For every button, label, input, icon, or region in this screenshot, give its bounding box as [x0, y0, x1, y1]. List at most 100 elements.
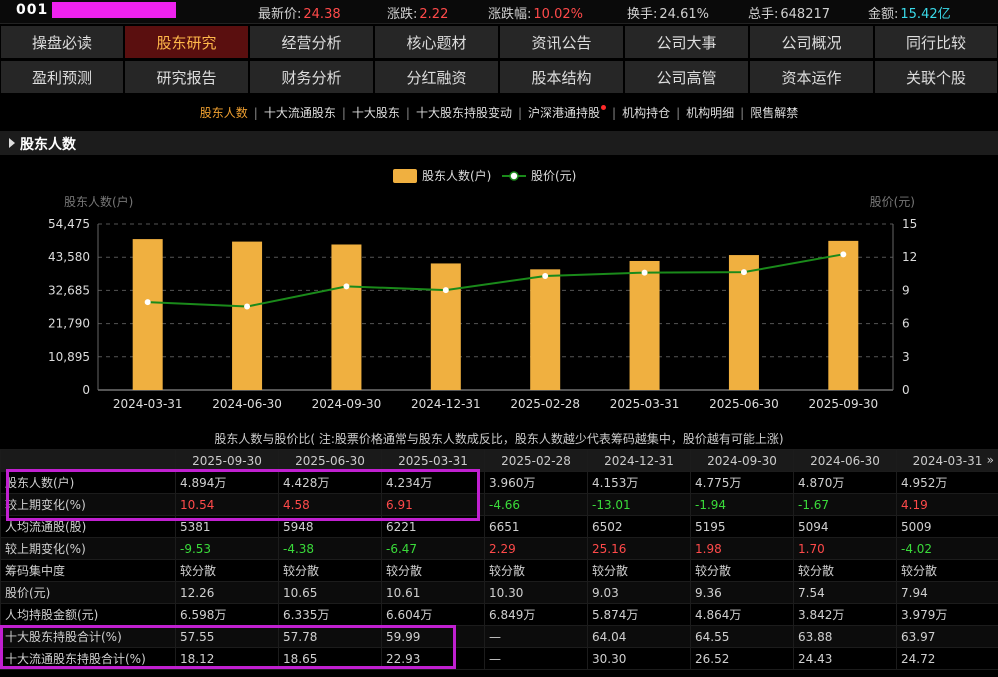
table-cell: 6.849万 [484, 603, 588, 626]
table-cell: 4.234万 [381, 471, 485, 494]
sub-tab[interactable]: 十大股东持股变动 [412, 106, 516, 120]
table-cell: -1.67 [793, 493, 897, 516]
table-cell: 18.65 [278, 647, 382, 670]
table-cell: -4.66 [484, 493, 588, 516]
sub-tab[interactable]: 限售解禁 [746, 106, 802, 120]
sub-tab[interactable]: 十大流通股东 [260, 106, 340, 120]
table-row: 股东人数(户) 4.894万 4.428万 4.234万 3.960万 4.153万 4.7… [0, 471, 998, 494]
table-cell: 64.55 [690, 625, 794, 648]
function-nav: 操盘必读 股东研究 经营分析 核心题材 资讯公告 公司大事 公司概况 同行比较 盈利预测 研究报… [0, 25, 998, 95]
table-cell: 6.604万 [381, 603, 485, 626]
y-tick-right: 6 [902, 317, 910, 331]
row-label: 人均流通股(股) [0, 515, 176, 538]
sub-tab[interactable]: 沪深港通持股 [524, 105, 610, 120]
table-cell: 5.874万 [587, 603, 691, 626]
nav-button[interactable]: 核心题材 [374, 25, 499, 59]
column-header: 2024-09-30 [690, 449, 794, 472]
nav-button[interactable]: 研究报告 [124, 60, 249, 94]
row-label: 较上期变化(%) [0, 537, 176, 560]
y-tick-right: 3 [902, 350, 910, 364]
chart-bar [232, 241, 263, 390]
table-cell: 4.952万 [896, 471, 998, 494]
tab-separator: | [676, 106, 681, 120]
table-row: 十大流通股东持股合计(%) 18.12 18.65 22.93—30.30 26.52 2… [0, 647, 998, 670]
tab-separator: | [341, 106, 346, 120]
table-cell: 较分散 [381, 559, 485, 582]
nav-button[interactable]: 操盘必读 [0, 25, 124, 59]
nav-button[interactable]: 公司高管 [624, 60, 749, 94]
table-cell: 30.30 [587, 647, 691, 670]
nav-button[interactable]: 公司概况 [749, 25, 874, 59]
table-cell: 6651 [484, 515, 588, 538]
sub-tab[interactable]: 股东人数 [196, 106, 252, 120]
y-tick-left: 10,895 [48, 350, 90, 364]
table-cell: 5381 [175, 515, 279, 538]
nav-button[interactable]: 公司大事 [624, 25, 749, 59]
legend-bar-swatch [393, 169, 417, 183]
chart-bar [430, 263, 461, 390]
nav-button[interactable]: 经营分析 [249, 25, 374, 59]
table-cell: 63.88 [793, 625, 897, 648]
legend-line-label: 股价(元) [531, 169, 576, 183]
x-tick-label: 2024-06-30 [212, 397, 282, 411]
chart-bar [331, 244, 362, 390]
sub-tab[interactable]: 机构明细 [682, 106, 738, 120]
row-label: 人均持股金额(元) [0, 603, 176, 626]
redacted-stock-name [52, 2, 176, 18]
y-tick-right: 15 [902, 217, 917, 231]
y-tick-left: 32,685 [48, 283, 90, 297]
table-cell: -6.47 [381, 537, 485, 560]
table-cell: 较分散 [278, 559, 382, 582]
y-axis-left-title: 股东人数(户) [64, 194, 133, 209]
nav-button[interactable]: 股东研究 [124, 25, 249, 59]
table-cell: 1.70 [793, 537, 897, 560]
nav-button[interactable]: 资讯公告 [499, 25, 624, 59]
column-header: 2024-06-30 [793, 449, 897, 472]
table-row: 筹码集中度 较分散 较分散 较分散 较分散 较分散 较分散 较分散 较分散 [0, 559, 998, 582]
nav-button[interactable]: 资本运作 [749, 60, 874, 94]
scroll-more-icon[interactable]: » [987, 453, 994, 467]
nav-button[interactable]: 关联个股 [874, 60, 998, 94]
quote-item: 涨跌: 2.22 [387, 3, 448, 22]
sub-tab[interactable]: 机构持仓 [618, 106, 674, 120]
table-row: 股价(元) 12.26 10.65 10.61 10.30 9.03 9.36 7.54 7.9… [0, 581, 998, 604]
table-cell: 较分散 [175, 559, 279, 582]
quote-item: 换手: 24.61% [627, 3, 709, 22]
row-label: 筹码集中度 [0, 559, 176, 582]
table-cell: 10.30 [484, 581, 588, 604]
quote-item: 金额: 15.42亿 [868, 3, 951, 22]
chart-bar [728, 255, 759, 390]
table-row: 较上期变化(%) 10.54 4.58 6.91 -4.66 -13.01 -1.94 -1.… [0, 493, 998, 516]
quote-value: 10.02% [533, 7, 583, 22]
column-header [0, 449, 176, 472]
price-point [740, 269, 747, 276]
nav-button[interactable]: 分红融资 [374, 60, 499, 94]
holders-table: 2025-09-30 2025-06-30 2025-03-31 2025-02-28… [0, 449, 998, 670]
price-point [244, 303, 251, 310]
x-tick-label: 2025-03-31 [610, 397, 680, 411]
column-header: 2025-06-30 [278, 449, 382, 472]
quote-label: 金额: [868, 7, 899, 22]
nav-button[interactable]: 盈利预测 [0, 60, 124, 94]
column-header: 2024-03-31 [896, 449, 998, 472]
column-header: 2025-02-28 [484, 449, 588, 472]
table-cell: 57.78 [278, 625, 382, 648]
table-cell: 9.03 [587, 581, 691, 604]
table-cell: 5094 [793, 515, 897, 538]
price-point [343, 283, 350, 290]
x-tick-label: 2024-03-31 [113, 397, 183, 411]
quote-item: 总手: 648217 [748, 3, 830, 22]
sub-tab[interactable]: 十大股东 [348, 106, 404, 120]
table-row: 十大股东持股合计(%) 57.55 57.78 59.99—64.04 64.55 63.… [0, 625, 998, 648]
collapse-triangle-icon[interactable] [9, 138, 15, 148]
y-tick-right: 9 [902, 283, 910, 297]
tab-separator: | [517, 106, 523, 120]
nav-button[interactable]: 同行比较 [874, 25, 998, 59]
table-cell: -4.38 [278, 537, 382, 560]
table-cell: 22.93 [381, 647, 485, 670]
nav-button[interactable]: 财务分析 [249, 60, 374, 94]
nav-button[interactable]: 股本结构 [499, 60, 624, 94]
table-cell: 3.842万 [793, 603, 897, 626]
table-cell: 9.36 [690, 581, 794, 604]
table-cell: 57.55 [175, 625, 279, 648]
